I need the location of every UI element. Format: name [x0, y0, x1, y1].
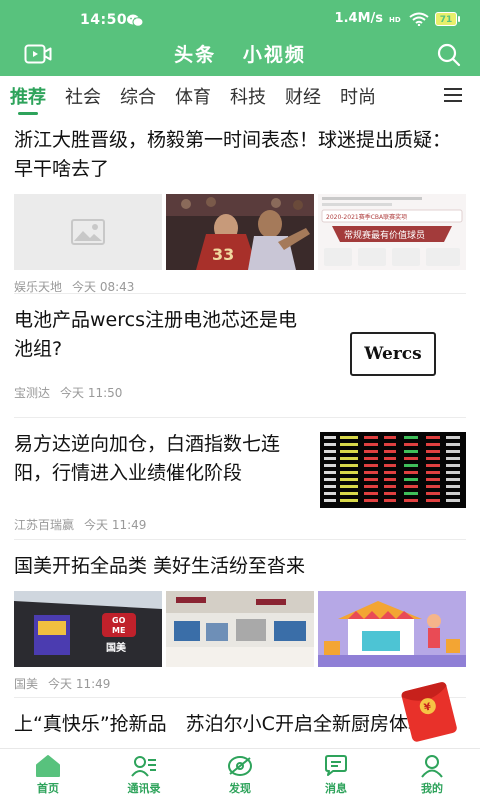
nav-label: 首页 — [37, 782, 59, 795]
article-card[interactable]: 国美开拓全品类 美好生活纷至沓来 GO ME 国美 国美 今天 11:49 — [14, 552, 466, 698]
svg-text:HD: HD — [389, 16, 401, 24]
award-caption: 常规赛最有价值球员 — [344, 229, 425, 241]
network-speed: 1.4M/s — [334, 11, 383, 26]
battery-level: 71 — [435, 11, 457, 26]
article-card[interactable]: 易方达逆向加仓，白酒指数七连阳，行情进入业绩催化阶段 江苏百瑞赢 今天 11:4… — [14, 430, 466, 540]
article-meta: 宝测达 今天 11:50 — [14, 384, 132, 401]
article-title[interactable]: 易方达逆向加仓，白酒指数七连阳，行情进入业绩催化阶段 — [14, 430, 304, 488]
status-indicators: 1.4M/s HD 71 — [335, 11, 460, 26]
store-interior-photo — [166, 591, 314, 667]
wercs-logo-image: Wercs — [320, 316, 466, 392]
red-packet-icon[interactable]: ¥ — [396, 680, 462, 742]
article-time: 今天 11:49 — [48, 677, 111, 691]
stock-chart-image — [320, 432, 466, 508]
category-tabs: 推荐 社会 综合 体育 科技 财经 时尚 — [0, 76, 480, 116]
article-image-row: GO ME 国美 — [14, 591, 466, 667]
wifi-icon — [409, 12, 429, 26]
menu-icon[interactable] — [444, 87, 462, 103]
article-meta: 娱乐天地 今天 08:43 — [14, 278, 466, 295]
hd-signal-icon: HD — [389, 16, 401, 24]
bottom-navigation: 首页 通讯录 发现 消息 我的 — [0, 748, 480, 800]
article-title[interactable]: 浙江大胜晋级，杨毅第一时间表态！球迷提出质疑：早干啥去了 — [14, 126, 466, 184]
short-video-tab[interactable]: 小视频 — [243, 44, 306, 66]
article-source: 宝测达 — [14, 386, 51, 400]
article-meta: 江苏百瑞赢 今天 11:49 — [14, 516, 156, 533]
gome-logo-line2: ME — [112, 626, 125, 635]
tab-society[interactable]: 社会 — [65, 83, 101, 109]
article-time: 今天 11:49 — [84, 518, 147, 532]
battery-icon: 71 — [435, 11, 460, 26]
article-card[interactable]: 浙江大胜晋级，杨毅第一时间表态！球迷提出质疑：早干啥去了 33 2020-202… — [14, 126, 466, 294]
article-time: 今天 11:50 — [60, 386, 123, 400]
image-placeholder — [14, 194, 162, 270]
shopping-illustration — [318, 591, 466, 667]
article-time: 今天 08:43 — [72, 280, 135, 294]
tab-recommended[interactable]: 推荐 — [10, 83, 46, 115]
svg-text:33: 33 — [212, 245, 234, 264]
status-bar: 14:50 1.4M/s HD 71 — [0, 0, 480, 40]
news-feed[interactable]: 浙江大胜晋级，杨毅第一时间表态！球迷提出质疑：早干啥去了 33 2020-202… — [0, 116, 480, 748]
profile-icon — [421, 755, 443, 778]
gome-brand-name: 国美 — [106, 641, 127, 654]
discover-icon — [228, 756, 252, 776]
article-card[interactable]: 电池产品wercs注册电池芯还是电池组? Wercs 宝测达 今天 11:50 — [14, 306, 466, 418]
message-icon — [325, 755, 347, 776]
home-icon — [36, 755, 60, 777]
nav-label: 我的 — [421, 782, 443, 795]
basketball-photo: 33 — [166, 194, 314, 270]
category-tab-list: 推荐 社会 综合 体育 科技 财经 时尚 — [10, 76, 430, 116]
app-bar: 头条 小视频 — [0, 38, 480, 74]
feed-switcher: 头条 小视频 — [0, 40, 480, 67]
nav-label: 发现 — [229, 782, 251, 795]
award-screenshot: 2020-2021赛季CBA联赛奖项 常规赛最有价值球员 — [318, 194, 466, 270]
app-header: 14:50 1.4M/s HD 71 头条 小视频 — [0, 0, 480, 76]
contacts-icon — [131, 756, 156, 777]
nav-label: 消息 — [325, 782, 347, 795]
article-source: 娱乐天地 — [14, 280, 63, 294]
article-image-row: 33 2020-2021赛季CBA联赛奖项 常规赛最有价值球员 — [14, 194, 466, 270]
wercs-logo-text: Wercs — [350, 332, 436, 376]
tab-tech[interactable]: 科技 — [230, 83, 266, 109]
article-source: 国美 — [14, 677, 39, 691]
headline-tab[interactable]: 头条 — [174, 44, 216, 66]
nav-contacts[interactable]: 通讯录 — [96, 749, 192, 800]
nav-label: 通讯录 — [127, 782, 161, 795]
tab-finance[interactable]: 财经 — [285, 83, 321, 109]
tab-fashion[interactable]: 时尚 — [340, 83, 376, 109]
tab-general[interactable]: 综合 — [120, 83, 156, 109]
nav-discover[interactable]: 发现 — [192, 749, 288, 800]
tabs-fade — [404, 76, 434, 116]
search-icon[interactable] — [436, 42, 462, 68]
award-season-label: 2020-2021赛季CBA联赛奖项 — [326, 213, 407, 221]
nav-profile[interactable]: 我的 — [384, 749, 480, 800]
tab-sports[interactable]: 体育 — [175, 83, 211, 109]
article-source: 江苏百瑞赢 — [14, 518, 75, 532]
image-placeholder-icon — [71, 219, 105, 245]
store-front-photo: GO ME 国美 — [14, 591, 162, 667]
nav-messages[interactable]: 消息 — [288, 749, 384, 800]
nav-home[interactable]: 首页 — [0, 749, 96, 800]
article-title[interactable]: 电池产品wercs注册电池芯还是电池组? — [14, 306, 304, 364]
wechat-notification-icon — [127, 14, 143, 27]
status-time: 14:50 — [80, 12, 128, 28]
gome-logo-line1: GO — [112, 616, 126, 625]
article-title[interactable]: 国美开拓全品类 美好生活纷至沓来 — [14, 552, 466, 581]
